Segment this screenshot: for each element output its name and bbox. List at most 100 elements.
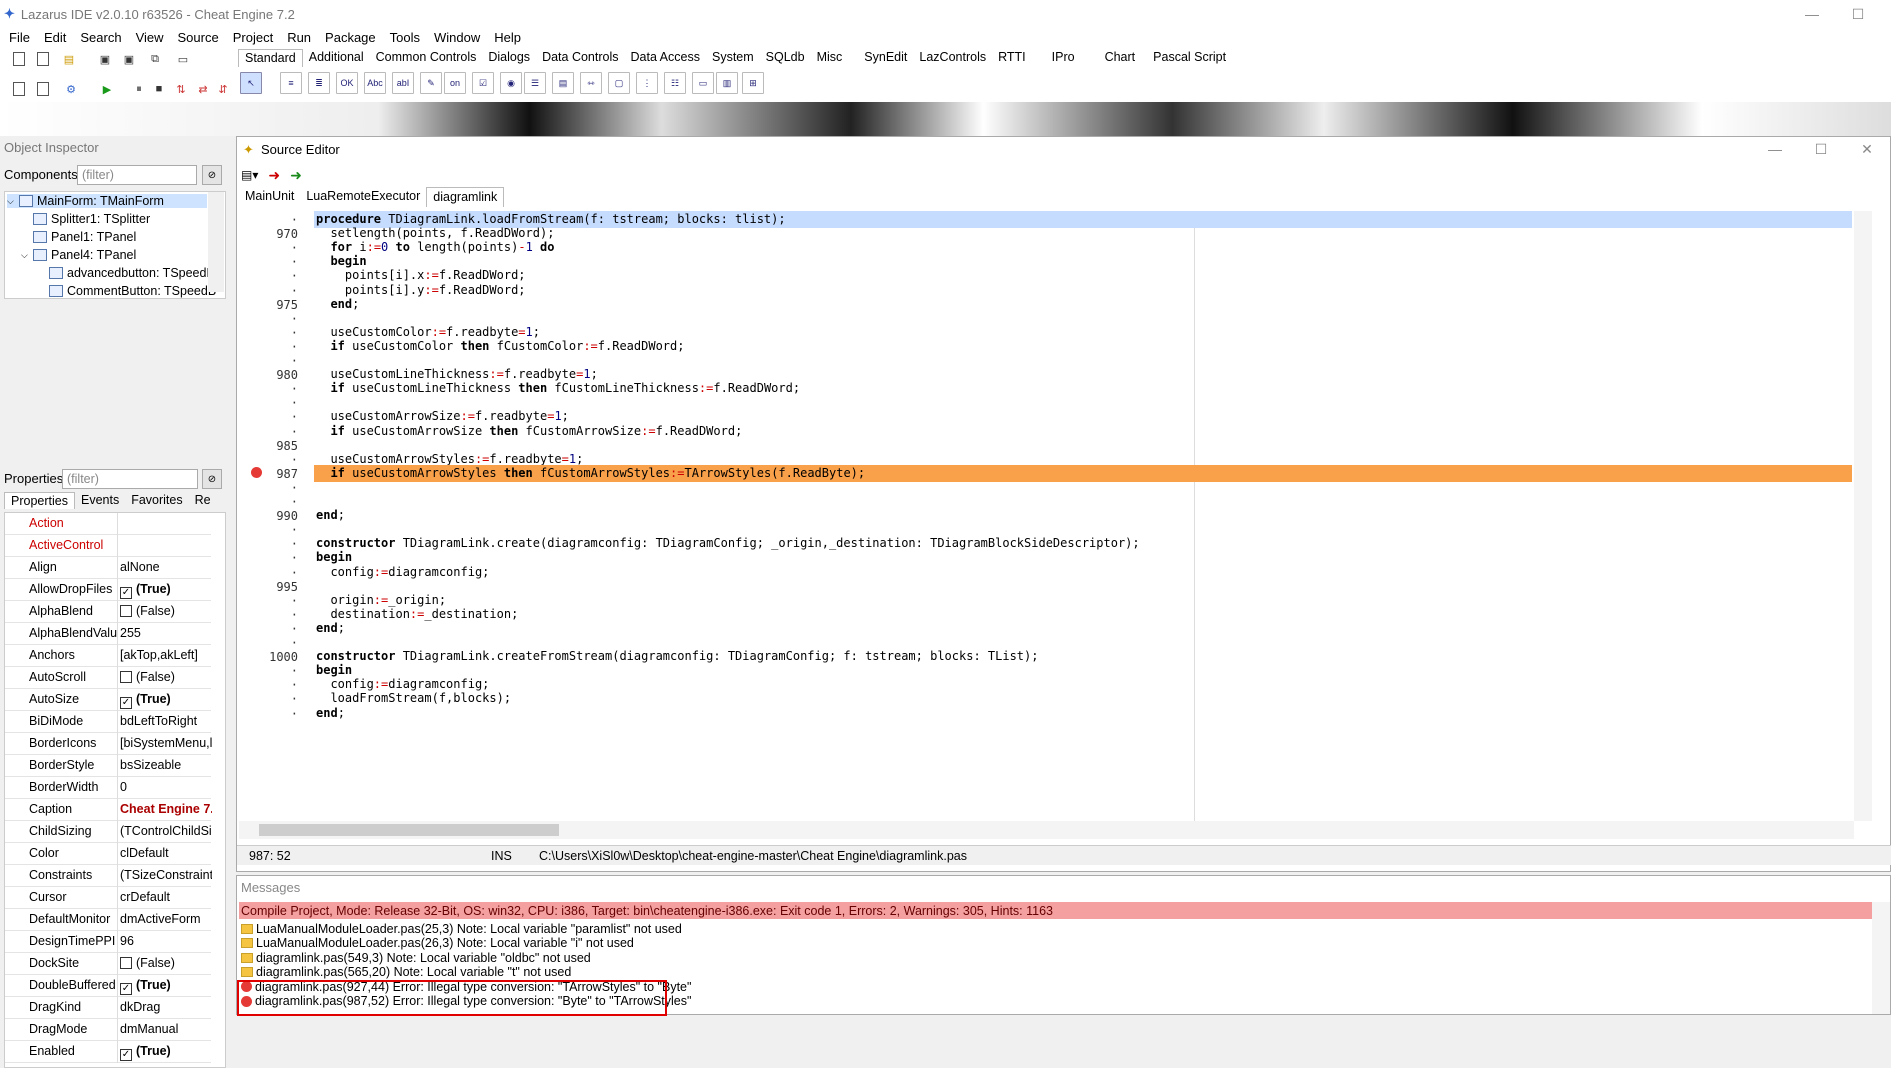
step-over-icon[interactable]: ⇄	[194, 80, 212, 98]
components-filter-input[interactable]: (filter)	[77, 165, 197, 185]
ttogglebox-icon[interactable]: on	[444, 72, 466, 94]
editor-maximize-button[interactable]: ☐	[1798, 137, 1844, 161]
tab-events[interactable]: Events	[75, 492, 125, 509]
pause-icon[interactable]: ⏸	[130, 80, 148, 98]
editor-minimize-button[interactable]: —	[1752, 137, 1798, 161]
property-value[interactable]: (TControlChildSiz	[120, 824, 212, 838]
menu-tools[interactable]: Tools	[383, 30, 427, 45]
property-row-anchors[interactable]: Anchors [akTop,akLeft]	[5, 645, 211, 667]
save-all-icon[interactable]: ▣	[120, 50, 138, 68]
tradiobutton-icon[interactable]: ◉	[500, 72, 522, 94]
tradiogroup-icon[interactable]: ⋮	[636, 72, 658, 94]
new-form-icon[interactable]	[34, 50, 52, 68]
property-row-alphablendvalu[interactable]: AlphaBlendValu 255	[5, 623, 211, 645]
menu-view[interactable]: View	[129, 30, 171, 45]
property-value[interactable]: (False)	[120, 604, 212, 618]
new-unit-icon[interactable]	[10, 50, 28, 68]
palette-tab-misc[interactable]: Misc	[811, 49, 849, 67]
palette-tab-synedit[interactable]: SynEdit	[858, 49, 913, 67]
checked-icon[interactable]: ✓	[120, 587, 132, 599]
tab-luaremoteexecutor[interactable]: LuaRemoteExecutor	[300, 187, 426, 207]
property-value[interactable]: (False)	[120, 670, 212, 684]
tab-favorites[interactable]: Favorites	[125, 492, 188, 509]
error-marker-icon[interactable]	[251, 467, 262, 478]
stop-icon[interactable]: ■	[150, 80, 168, 98]
selection-tool-icon[interactable]: ↖	[240, 72, 262, 94]
unit-menu-icon[interactable]: ▤▾	[241, 168, 258, 182]
property-value[interactable]: Cheat Engine 7.2	[120, 802, 212, 816]
jump-back-icon[interactable]: ➜	[268, 167, 280, 184]
property-value[interactable]: 0	[120, 780, 212, 794]
property-value[interactable]: [akTop,akLeft]	[120, 648, 212, 662]
menu-help[interactable]: Help	[487, 30, 528, 45]
tab-restricted[interactable]: Re	[189, 492, 217, 509]
editor-vertical-scrollbar[interactable]	[1854, 211, 1872, 821]
run-icon[interactable]: ▶	[98, 80, 116, 98]
tmainmenu-icon[interactable]: ≡	[280, 72, 302, 94]
save-icon[interactable]: ▣	[96, 50, 114, 68]
property-value[interactable]: ✓ (True)	[120, 1044, 212, 1061]
property-value[interactable]: (TSizeConstraints	[120, 868, 212, 882]
property-row-alphablend[interactable]: AlphaBlend (False)	[5, 601, 211, 623]
menu-search[interactable]: Search	[73, 30, 128, 45]
tab-mainunit[interactable]: MainUnit	[239, 187, 300, 207]
forms-icon[interactable]	[34, 80, 52, 98]
jump-forward-icon[interactable]: ➜	[290, 167, 302, 184]
property-value[interactable]: 96	[120, 934, 212, 948]
property-row-doublebuffered[interactable]: DoubleBuffered ✓ (True)	[5, 975, 211, 997]
tcheckgroup-icon[interactable]: ☷	[664, 72, 686, 94]
components-filter-clear-icon[interactable]: ⊘	[202, 165, 222, 185]
tscrollbar-icon[interactable]: ⇿	[580, 72, 602, 94]
palette-tab-rtti[interactable]: RTTI	[992, 49, 1032, 67]
tpopupmenu-icon[interactable]: ≣	[308, 72, 330, 94]
menu-source[interactable]: Source	[171, 30, 226, 45]
palette-tab-dialogs[interactable]: Dialogs	[482, 49, 536, 67]
minimize-button[interactable]: —	[1789, 0, 1835, 28]
toggle-form-icon[interactable]: ⧉	[146, 50, 164, 68]
property-row-constraints[interactable]: Constraints (TSizeConstraints	[5, 865, 212, 887]
property-row-cursor[interactable]: Cursor crDefault	[5, 887, 211, 909]
property-value[interactable]: ✓ (True)	[120, 582, 212, 599]
menu-file[interactable]: File	[2, 30, 37, 45]
property-row-docksite[interactable]: DockSite (False)	[5, 953, 211, 975]
property-row-borderwidth[interactable]: BorderWidth 0	[5, 777, 211, 799]
messages-scrollbar[interactable]	[1872, 902, 1890, 1014]
menu-project[interactable]: Project	[226, 30, 280, 45]
palette-tab-data-access[interactable]: Data Access	[625, 49, 706, 67]
editor-close-button[interactable]: ✕	[1844, 137, 1890, 161]
properties-filter-clear-icon[interactable]: ⊘	[202, 469, 222, 489]
tab-diagramlink[interactable]: diagramlink	[426, 187, 505, 207]
property-value[interactable]: ✓ (True)	[120, 692, 212, 709]
open-icon[interactable]: ▤	[60, 50, 78, 68]
palette-tab-system[interactable]: System	[706, 49, 760, 67]
units-icon[interactable]	[10, 80, 28, 98]
property-value[interactable]: bsSizeable	[120, 758, 212, 772]
tab-properties[interactable]: Properties	[4, 492, 75, 509]
property-row-designtimeppi[interactable]: DesignTimePPI 96	[5, 931, 211, 953]
tbutton-icon[interactable]: OK	[336, 72, 358, 94]
tgroupbox-icon[interactable]: ▢	[608, 72, 630, 94]
property-row-dragmode[interactable]: DragMode dmManual	[5, 1019, 211, 1041]
property-row-autoscroll[interactable]: AutoScroll (False)	[5, 667, 211, 689]
step-into-icon[interactable]: ⇅	[172, 80, 190, 98]
property-row-dragkind[interactable]: DragKind dkDrag	[5, 997, 211, 1019]
tree-node-splitter1[interactable]: Splitter1: TSplitter	[33, 212, 150, 226]
tcheckbox-icon[interactable]: ☑	[472, 72, 494, 94]
property-value[interactable]: 255	[120, 626, 212, 640]
palette-tab-lazcontrols[interactable]: LazControls	[913, 49, 992, 67]
palette-tab-standard[interactable]: Standard	[238, 49, 303, 67]
tedit-icon[interactable]: abI	[392, 72, 414, 94]
tlabel-icon[interactable]: Abc	[364, 72, 386, 94]
property-row-bidimode[interactable]: BiDiMode bdLeftToRight	[5, 711, 211, 733]
property-row-borderstyle[interactable]: BorderStyle bsSizeable	[5, 755, 211, 777]
property-value[interactable]: crDefault	[120, 890, 212, 904]
compile-summary[interactable]: Compile Project, Mode: Release 32-Bit, O…	[239, 902, 1872, 919]
property-row-autosize[interactable]: AutoSize ✓ (True)	[5, 689, 211, 711]
palette-tab-sqldb[interactable]: SQLdb	[760, 49, 811, 67]
tlistbox-icon[interactable]: ☰	[524, 72, 546, 94]
property-value[interactable]: clDefault	[120, 846, 212, 860]
property-value[interactable]: (False)	[120, 956, 212, 970]
tree-node-commentbutton[interactable]: CommentButton: TSpeedB	[49, 284, 216, 298]
property-row-action[interactable]: Action	[5, 513, 211, 535]
property-row-activecontrol[interactable]: ActiveControl	[5, 535, 211, 557]
